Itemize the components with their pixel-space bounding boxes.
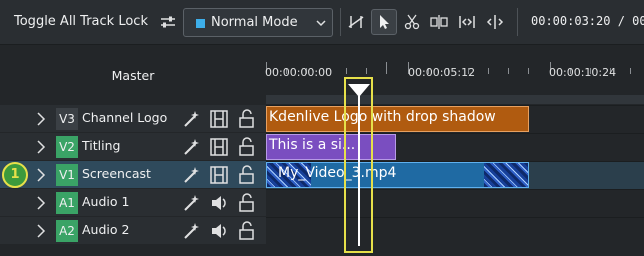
speaker-icon[interactable] bbox=[209, 193, 229, 213]
timeline-mode-select[interactable]: Normal Mode bbox=[183, 8, 333, 37]
multicam-tool-icon[interactable] bbox=[482, 9, 508, 35]
ruler-label: 00:00:00:00 bbox=[265, 66, 333, 79]
track-name[interactable]: Audio 1 bbox=[82, 194, 129, 209]
lock-open-icon[interactable] bbox=[237, 165, 257, 185]
clip-screencast-video[interactable]: My_Video_3.mp4 bbox=[266, 162, 529, 188]
chevron-right-icon[interactable] bbox=[35, 139, 47, 155]
film-icon[interactable] bbox=[209, 109, 229, 129]
lock-open-icon[interactable] bbox=[237, 193, 257, 213]
track-row-a2[interactable] bbox=[266, 217, 644, 245]
spacer-tool-icon[interactable] bbox=[343, 9, 369, 35]
effects-wand-icon[interactable] bbox=[181, 109, 201, 129]
step-marker: 1 bbox=[2, 162, 28, 188]
chevron-right-icon[interactable] bbox=[35, 195, 47, 211]
clip-channel-logo[interactable]: Kdenlive Logo with drop shadow bbox=[266, 106, 529, 132]
select-tool-icon[interactable] bbox=[371, 9, 397, 35]
chevron-right-icon[interactable] bbox=[35, 167, 47, 183]
effects-wand-icon[interactable] bbox=[181, 137, 201, 157]
clip-title: Kdenlive Logo with drop shadow bbox=[269, 109, 496, 125]
clip-title: My_Video_3.mp4 bbox=[278, 165, 397, 181]
razor-tool-icon[interactable] bbox=[399, 9, 425, 35]
chevron-right-icon[interactable] bbox=[35, 223, 47, 239]
ruler-zone-strip[interactable] bbox=[266, 95, 644, 104]
chevron-down-icon bbox=[316, 20, 326, 27]
track-badge: V3 bbox=[56, 108, 78, 130]
ruler-label: 00:00:10:24 bbox=[549, 66, 617, 79]
speaker-icon[interactable] bbox=[209, 221, 229, 241]
film-icon[interactable] bbox=[209, 165, 229, 185]
mode-color-swatch bbox=[196, 19, 205, 28]
track-header-v2[interactable]: V2 Titling bbox=[0, 133, 266, 160]
timecode-display[interactable]: 00:00:03:20 / 00 bbox=[531, 14, 644, 28]
ripple-tool-icon[interactable] bbox=[426, 9, 452, 35]
film-icon[interactable] bbox=[209, 137, 229, 157]
clip-thumbnail bbox=[484, 163, 528, 187]
track-badge: A2 bbox=[56, 220, 78, 242]
effects-wand-icon[interactable] bbox=[181, 193, 201, 213]
toolbar-separator bbox=[517, 8, 518, 36]
lock-open-icon[interactable] bbox=[237, 137, 257, 157]
chevron-right-icon[interactable] bbox=[35, 111, 47, 127]
track-badge: V2 bbox=[56, 136, 78, 158]
track-header-a1[interactable]: A1 Audio 1 bbox=[0, 189, 266, 216]
track-name[interactable]: Screencast bbox=[82, 166, 151, 181]
toolbar-separator bbox=[340, 8, 341, 36]
clip-titling[interactable]: This is a si... bbox=[266, 134, 396, 160]
settings-sliders-icon[interactable] bbox=[158, 12, 178, 32]
track-header-v1[interactable]: V1 Screencast bbox=[0, 161, 266, 188]
track-name[interactable]: Channel Logo bbox=[82, 110, 167, 125]
track-name[interactable]: Titling bbox=[82, 138, 120, 153]
clip-title: This is a si... bbox=[269, 137, 356, 153]
effects-wand-icon[interactable] bbox=[181, 165, 201, 185]
lock-open-icon[interactable] bbox=[237, 221, 257, 241]
slip-tool-icon[interactable] bbox=[454, 9, 480, 35]
track-header-a2[interactable]: A2 Audio 2 bbox=[0, 217, 266, 244]
effects-wand-icon[interactable] bbox=[181, 221, 201, 241]
track-name[interactable]: Audio 2 bbox=[82, 222, 129, 237]
ruler-label: 00:00:05:12 bbox=[408, 66, 476, 79]
mode-select-value: Normal Mode bbox=[211, 15, 298, 30]
track-badge: A1 bbox=[56, 192, 78, 214]
track-badge: V1 bbox=[56, 164, 78, 186]
track-header-v3[interactable]: V3 Channel Logo bbox=[0, 105, 266, 132]
lock-open-icon[interactable] bbox=[237, 109, 257, 129]
master-label: Master bbox=[111, 68, 155, 83]
playhead-highlight bbox=[344, 77, 373, 253]
track-row-a1[interactable] bbox=[266, 189, 644, 217]
toggle-all-track-lock-button[interactable]: Toggle All Track Lock bbox=[8, 8, 154, 36]
